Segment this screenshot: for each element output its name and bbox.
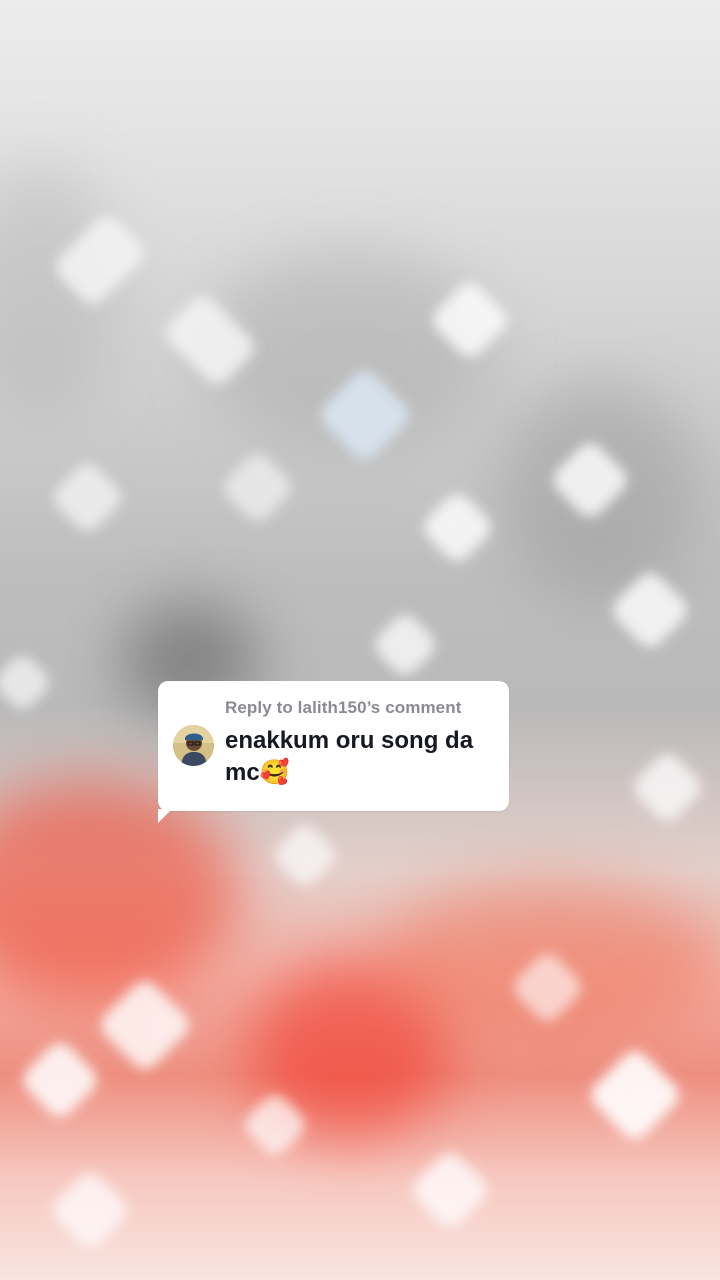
comment-text: enakkum oru song da mc🥰: [225, 727, 474, 786]
reply-comment-sticker[interactable]: Reply to lalith150’s comment enakkum oru…: [158, 681, 509, 823]
video-background: [0, 0, 720, 1280]
video-frame[interactable]: Reply to lalith150’s comment enakkum oru…: [0, 0, 720, 1280]
user-avatar-icon: [173, 725, 214, 766]
reply-to-label: Reply to lalith150’s comment: [225, 698, 462, 717]
